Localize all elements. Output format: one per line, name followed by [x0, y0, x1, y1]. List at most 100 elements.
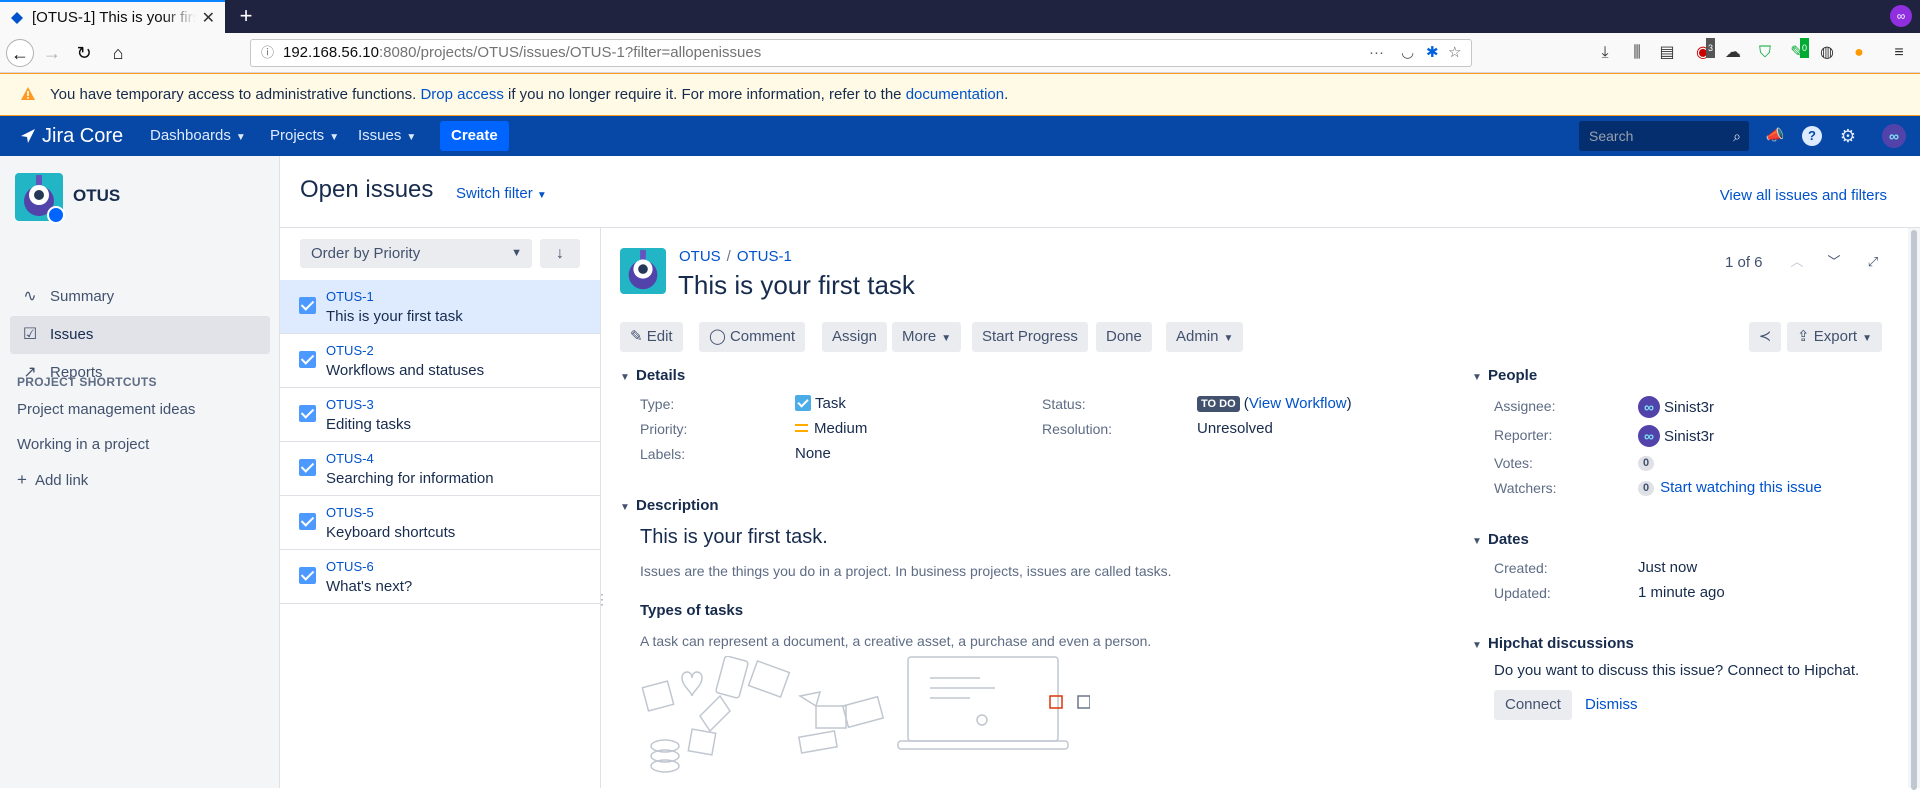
view-workflow-link[interactable]: View Workflow — [1249, 395, 1347, 412]
nav-dashboards-label: Dashboards — [150, 127, 231, 144]
list-item[interactable]: OTUS-6 What's next? — [280, 550, 600, 604]
dates-heading[interactable]: ▼ Dates — [1472, 531, 1529, 548]
task-type-icon — [299, 567, 316, 584]
downloads-icon[interactable]: ⤓ — [1594, 43, 1616, 63]
description-heading[interactable]: ▼ Description — [620, 497, 719, 514]
list-item[interactable]: OTUS-3 Editing tasks — [280, 388, 600, 442]
hipchat-heading[interactable]: ▼ Hipchat discussions — [1472, 635, 1634, 652]
avatar — [1638, 425, 1660, 447]
browser-tab[interactable]: [OTUS-1] This is your first task ✕ — [0, 0, 225, 33]
notifications-icon[interactable]: 📣 — [1765, 126, 1785, 146]
start-progress-button[interactable]: Start Progress — [972, 322, 1088, 352]
issue-summary: Searching for information — [326, 470, 494, 487]
banner-text-3: . — [1004, 86, 1009, 103]
library-icon[interactable]: ⫼ — [1626, 43, 1648, 63]
create-button[interactable]: Create — [440, 121, 509, 151]
nav-projects[interactable]: Projects ▼ — [270, 116, 339, 156]
nav-dashboards[interactable]: Dashboards ▼ — [150, 116, 246, 156]
list-item[interactable]: OTUS-1 This is your first task — [280, 280, 600, 334]
list-item[interactable]: OTUS-2 Workflows and statuses — [280, 334, 600, 388]
home-button[interactable]: ⌂ — [104, 39, 132, 67]
sort-direction-button[interactable]: ↓ — [540, 239, 580, 268]
comment-icon: ◯ — [709, 328, 730, 345]
assign-button[interactable]: Assign — [822, 322, 888, 352]
bookmark-star-icon[interactable]: ☆ — [1448, 40, 1461, 66]
watchers-count[interactable]: 0 — [1638, 481, 1655, 496]
reporter-value[interactable]: Sinist3r — [1638, 425, 1714, 447]
sidebar-item-issues[interactable]: ☑ Issues — [10, 316, 270, 354]
documentation-link[interactable]: documentation — [906, 86, 1004, 103]
shortcut-link[interactable]: Project management ideas — [17, 401, 195, 418]
sidebar-item-summary[interactable]: ∿ Summary — [10, 278, 270, 316]
addon-icon[interactable]: ● — [1848, 43, 1870, 63]
labels-value[interactable]: None — [795, 445, 831, 462]
export-button[interactable]: ⇪ Export ▼ — [1787, 322, 1883, 352]
add-link-button[interactable]: + Add link — [17, 470, 88, 490]
drop-access-link[interactable]: Drop access — [420, 86, 503, 103]
chevron-down-icon: ▼ — [620, 502, 630, 513]
account-icon[interactable]: ◍ — [1816, 43, 1838, 63]
scrollbar-thumb[interactable] — [1911, 230, 1917, 790]
previous-issue-button[interactable]: ︿ — [1785, 250, 1809, 274]
expand-icon[interactable]: ⤢ — [1861, 250, 1885, 274]
issue-summary: Editing tasks — [326, 416, 412, 433]
comment-button[interactable]: ◯ Comment — [699, 322, 805, 352]
switch-filter-button[interactable]: Switch filter ▼ — [456, 185, 547, 202]
votes-label: Votes: — [1494, 455, 1533, 471]
avatar-glyph-icon: ∞ — [1889, 128, 1899, 144]
new-tab-button[interactable]: + — [232, 3, 260, 31]
shortcut-link[interactable]: Working in a project — [17, 436, 149, 453]
page-actions-icon[interactable]: ··· — [1369, 40, 1384, 66]
breadcrumb-issue-link[interactable]: OTUS-1 — [737, 248, 792, 265]
search-input[interactable]: Search ⌕ — [1579, 121, 1749, 151]
dismiss-link[interactable]: Dismiss — [1585, 696, 1638, 713]
help-icon[interactable]: ? — [1802, 126, 1822, 146]
order-by-select[interactable]: Order by Priority ▼ — [300, 239, 532, 268]
arrow-down-icon: ↓ — [556, 245, 564, 262]
export-label: Export — [1813, 328, 1858, 345]
next-issue-button[interactable]: ﹀ — [1822, 250, 1846, 274]
search-placeholder: Search — [1589, 128, 1634, 144]
shield-icon[interactable]: ⛉ — [1754, 43, 1776, 63]
share-button[interactable]: ≺ — [1749, 322, 1781, 352]
settings-gear-icon[interactable]: ⚙ — [1838, 126, 1858, 146]
pocket-icon[interactable]: ◡ — [1401, 40, 1414, 66]
nav-issues[interactable]: Issues ▼ — [358, 116, 416, 156]
issue-title[interactable]: This is your first task — [678, 270, 915, 301]
back-button[interactable]: ← — [6, 39, 34, 67]
sidebar-item-label: Issues — [50, 326, 94, 343]
reload-button[interactable]: ↻ — [70, 39, 98, 67]
updated-label: Updated: — [1494, 585, 1551, 601]
tab-close-icon[interactable]: ✕ — [202, 8, 215, 28]
edit-button[interactable]: ✎ Edit — [620, 322, 683, 352]
detail-scrollbar[interactable] — [1908, 228, 1920, 790]
jira-logo[interactable]: Jira Core — [20, 116, 123, 156]
details-heading[interactable]: ▼ Details — [620, 367, 685, 384]
url-bar[interactable]: ⓘ 192.168.56.10:8080/projects/OTUS/issue… — [250, 39, 1472, 67]
issue-key: OTUS-4 — [326, 451, 374, 466]
tracking-icon[interactable]: ✱ — [1426, 40, 1439, 66]
forward-button[interactable]: → — [38, 39, 66, 67]
votes-value[interactable]: 0 — [1638, 454, 1660, 471]
project-name[interactable]: OTUS — [73, 186, 120, 206]
admin-button[interactable]: Admin ▼ — [1166, 322, 1244, 352]
cloud-icon[interactable]: ☁ — [1722, 43, 1744, 63]
breadcrumb-project-link[interactable]: OTUS — [679, 248, 721, 265]
view-all-issues-link[interactable]: View all issues and filters — [1720, 187, 1887, 204]
site-info-icon[interactable]: ⓘ — [261, 40, 274, 66]
menu-icon[interactable]: ≡ — [1888, 43, 1910, 63]
list-item[interactable]: OTUS-4 Searching for information — [280, 442, 600, 496]
done-button[interactable]: Done — [1096, 322, 1152, 352]
more-button[interactable]: More ▼ — [892, 322, 962, 352]
sidebar-icon[interactable]: ▤ — [1656, 43, 1678, 63]
ublock-icon[interactable]: ◉ 3 — [1692, 38, 1716, 63]
user-avatar[interactable]: ∞ — [1882, 124, 1906, 148]
reporter-label: Reporter: — [1494, 427, 1553, 443]
connect-button[interactable]: Connect — [1494, 690, 1572, 720]
list-item[interactable]: OTUS-5 Keyboard shortcuts — [280, 496, 600, 550]
extension-icon[interactable]: ✎ 0 — [1786, 38, 1810, 63]
people-heading-label: People — [1488, 367, 1538, 384]
start-watching-link[interactable]: Start watching this issue — [1660, 479, 1822, 496]
people-heading[interactable]: ▼ People — [1472, 367, 1537, 384]
assignee-value[interactable]: Sinist3r — [1638, 396, 1714, 418]
